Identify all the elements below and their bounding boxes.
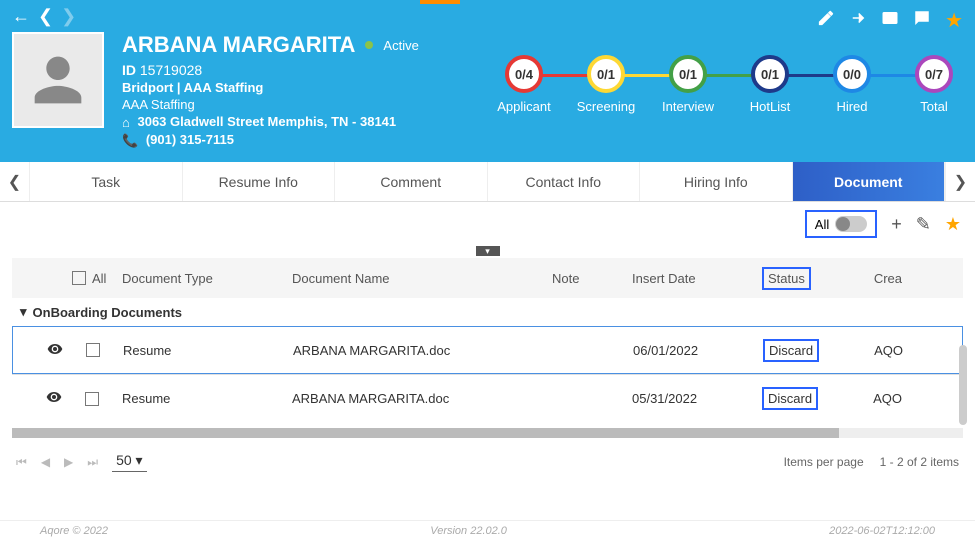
phone: (901) 315-7115 — [146, 132, 234, 147]
items-range: 1 - 2 of 2 items — [880, 455, 959, 469]
group-label: OnBoarding Documents — [33, 305, 183, 320]
pager-prev[interactable]: ◀ — [41, 455, 50, 469]
pager-last[interactable]: ⏭ — [87, 455, 98, 470]
tab-task[interactable]: Task — [30, 162, 183, 201]
view-icon[interactable] — [47, 341, 63, 360]
back-arrow[interactable]: ← — [12, 6, 30, 27]
cell-type: Resume — [122, 391, 292, 406]
edit-icon[interactable] — [817, 9, 835, 32]
select-all-checkbox[interactable] — [72, 271, 86, 285]
add-icon[interactable]: + — [891, 214, 902, 235]
pipeline-stage-hired[interactable]: 0/0 Hired — [811, 55, 893, 114]
pager-first[interactable]: ⏮ — [16, 455, 27, 470]
pager-next[interactable]: ▶ — [64, 455, 73, 469]
company-line-2: AAA Staffing — [122, 97, 419, 112]
expand-handle[interactable]: ▾ — [476, 246, 500, 256]
col-note[interactable]: Note — [552, 271, 632, 286]
all-toggle[interactable]: All — [805, 210, 877, 238]
tab-scroll-right[interactable]: ❯ — [945, 162, 975, 201]
tab-scroll-left[interactable]: ❮ — [0, 162, 30, 201]
col-name[interactable]: Document Name — [292, 271, 552, 286]
stage-label: HotList — [750, 99, 790, 114]
cell-date: 06/01/2022 — [633, 343, 763, 358]
status-dot — [365, 41, 373, 49]
cell-status: Discard — [763, 339, 819, 362]
pipeline-stage-screening[interactable]: 0/1 Screening — [565, 55, 647, 114]
avatar — [12, 32, 104, 128]
group-row[interactable]: ▾ OnBoarding Documents — [12, 298, 963, 326]
col-date[interactable]: Insert Date — [632, 271, 762, 286]
favorite-icon[interactable]: ★ — [945, 214, 961, 235]
stage-label: Hired — [836, 99, 867, 114]
cell-type: Resume — [123, 343, 293, 358]
cell-created: AQO — [843, 343, 903, 358]
footer-copyright: Aqore © 2022 — [40, 525, 108, 537]
tab-bar: ❮ TaskResume InfoCommentContact InfoHiri… — [0, 162, 975, 202]
stage-circle[interactable]: 0/1 — [669, 55, 707, 93]
edit-action-icon[interactable]: ✎ — [916, 214, 931, 235]
row-checkbox[interactable] — [86, 343, 100, 357]
phone-icon: 📞 — [122, 133, 138, 149]
stage-circle[interactable]: 0/1 — [587, 55, 625, 93]
company-line-1: Bridport | AAA Staffing — [122, 80, 419, 95]
stage-circle[interactable]: 0/7 — [915, 55, 953, 93]
pipeline-stage-interview[interactable]: 0/1 Interview — [647, 55, 729, 114]
home-icon: ⌂ — [122, 115, 130, 130]
id-label: ID — [122, 62, 136, 78]
stage-circle[interactable]: 0/1 — [751, 55, 789, 93]
cell-date: 05/31/2022 — [632, 391, 762, 406]
table-row[interactable]: ResumeARBANA MARGARITA.doc 06/01/2022Disc… — [12, 326, 963, 374]
tab-hiring-info[interactable]: Hiring Info — [640, 162, 793, 201]
pipeline: 0/4 Applicant 0/1 Screening 0/1 Interview 0/1 H… — [483, 55, 975, 114]
pipeline-stage-applicant[interactable]: 0/4 Applicant — [483, 55, 565, 114]
stage-label: Total — [920, 99, 947, 114]
cell-status: Discard — [762, 387, 818, 410]
stage-label: Interview — [662, 99, 714, 114]
col-created[interactable]: Crea — [842, 271, 902, 286]
vertical-scrollbar[interactable] — [959, 345, 967, 425]
table-row[interactable]: ResumeARBANA MARGARITA.doc 05/31/2022Disc… — [12, 374, 963, 422]
footer-timestamp: 2022-06-02T12:12:00 — [829, 525, 935, 537]
horizontal-scrollbar[interactable] — [12, 428, 963, 438]
tab-comment[interactable]: Comment — [335, 162, 488, 201]
stage-circle[interactable]: 0/0 — [833, 55, 871, 93]
profile-name: ARBANA MARGARITA — [122, 32, 355, 58]
view-icon[interactable] — [46, 389, 62, 408]
prev-arrow[interactable]: ❮ — [38, 6, 53, 27]
mail-icon[interactable] — [881, 9, 899, 32]
star-icon[interactable]: ★ — [945, 8, 963, 33]
page-size[interactable]: 50 ▾ — [112, 452, 147, 472]
footer-version: Version 22.02.0 — [430, 525, 507, 537]
row-checkbox[interactable] — [85, 392, 99, 406]
tab-document[interactable]: Document — [793, 162, 946, 201]
stage-label: Screening — [577, 99, 636, 114]
id-value: 15719028 — [140, 62, 202, 78]
table-header: All Document Type Document Name Note Ins… — [12, 258, 963, 298]
col-status[interactable]: Status — [762, 267, 811, 290]
status-text: Active — [383, 38, 418, 53]
col-type[interactable]: Document Type — [122, 271, 292, 286]
pipeline-stage-hotlist[interactable]: 0/1 HotList — [729, 55, 811, 114]
toggle-switch[interactable] — [835, 216, 867, 232]
col-all: All — [92, 271, 122, 286]
all-label: All — [815, 217, 829, 232]
pipeline-stage-total[interactable]: 0/7 Total — [893, 55, 975, 114]
stage-circle[interactable]: 0/4 — [505, 55, 543, 93]
cell-created: AQO — [842, 391, 902, 406]
chat-icon[interactable] — [913, 9, 931, 32]
stage-label: Applicant — [497, 99, 550, 114]
cell-name: ARBANA MARGARITA.doc — [292, 391, 552, 406]
collapse-icon[interactable]: ▾ — [20, 304, 27, 320]
tab-resume-info[interactable]: Resume Info — [183, 162, 336, 201]
cell-name: ARBANA MARGARITA.doc — [293, 343, 553, 358]
tab-contact-info[interactable]: Contact Info — [488, 162, 641, 201]
address: 3063 Gladwell Street Memphis, TN - 38141 — [137, 114, 396, 129]
items-per-page-label: Items per page — [784, 455, 864, 469]
next-arrow[interactable]: ❯ — [61, 6, 76, 27]
share-icon[interactable] — [849, 9, 867, 32]
